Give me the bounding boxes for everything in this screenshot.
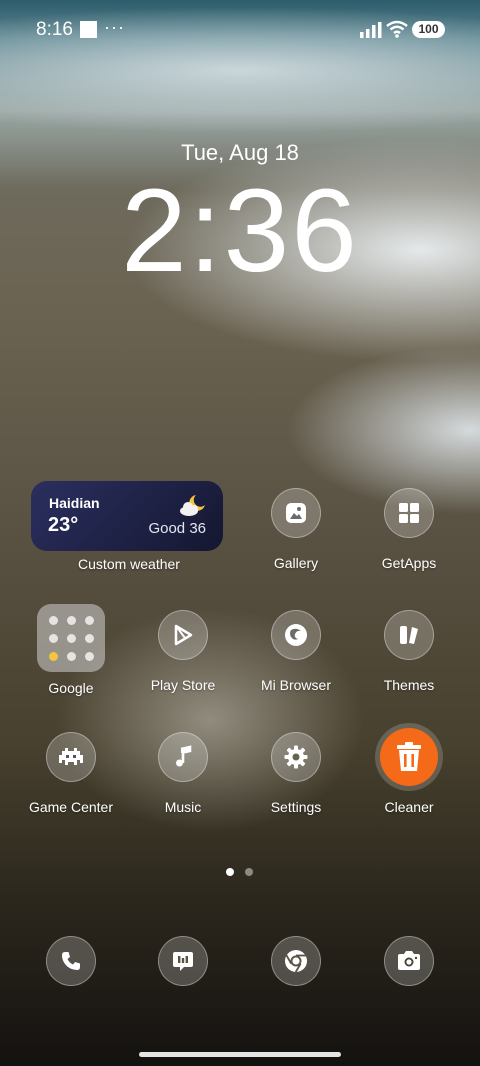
getapps-icon xyxy=(384,488,434,538)
app-gallery[interactable]: Gallery xyxy=(246,488,346,571)
camera-icon xyxy=(384,936,434,986)
app-music[interactable]: Music xyxy=(133,732,233,815)
lockscreen-date: Tue, Aug 18 xyxy=(181,140,299,165)
page-dot[interactable] xyxy=(245,868,253,876)
message-icon xyxy=(158,936,208,986)
page-indicator xyxy=(226,863,264,881)
status-time: 8:16 xyxy=(36,19,73,40)
app-label-mi-browser: Mi Browser xyxy=(260,677,331,693)
app-label-game-center: Game Center xyxy=(28,799,114,815)
more-notifications-icon: ··· xyxy=(104,17,125,37)
app-cleaner[interactable]: Cleaner xyxy=(359,728,459,815)
notification-square-icon xyxy=(80,21,97,38)
chrome-icon xyxy=(271,936,321,986)
weather-widget-label: Custom weather xyxy=(78,556,180,572)
play-store-icon xyxy=(158,610,208,660)
game-center-icon xyxy=(46,732,96,782)
gesture-navigation-handle[interactable] xyxy=(139,1052,341,1057)
status-bar: 8:16 ··· 100 xyxy=(0,0,480,60)
weather-city: Haidian xyxy=(49,495,100,511)
app-label-music: Music xyxy=(164,799,202,815)
app-game-center[interactable]: Game Center xyxy=(21,732,121,815)
weather-air-quality: Good 36 xyxy=(148,520,206,537)
app-play-store[interactable]: Play Store xyxy=(133,610,233,693)
app-getapps[interactable]: GetApps xyxy=(359,488,459,571)
partly-cloudy-night-icon xyxy=(180,495,205,516)
app-label-settings: Settings xyxy=(270,799,322,815)
app-label-themes: Themes xyxy=(383,677,435,693)
wifi-icon xyxy=(386,20,408,38)
dock-chrome[interactable] xyxy=(246,936,346,986)
app-label-cleaner: Cleaner xyxy=(384,799,434,815)
app-label-play-store: Play Store xyxy=(150,677,216,693)
gear-icon xyxy=(271,732,321,782)
trash-icon xyxy=(380,728,438,786)
app-label-getapps: GetApps xyxy=(381,555,437,571)
signal-icon xyxy=(360,22,382,38)
weather-temperature: 23° xyxy=(48,514,79,536)
page-dot-active[interactable] xyxy=(226,868,234,876)
dock-messages[interactable] xyxy=(133,936,233,986)
phone-icon xyxy=(46,936,96,986)
themes-icon xyxy=(384,610,434,660)
dock-camera[interactable] xyxy=(359,936,459,986)
app-settings[interactable]: Settings xyxy=(246,732,346,815)
app-mi-browser[interactable]: Mi Browser xyxy=(246,610,346,693)
app-themes[interactable]: Themes xyxy=(359,610,459,693)
weather-widget[interactable]: Haidian 23° Good 36 xyxy=(31,481,223,551)
app-label-google: Google xyxy=(48,680,94,696)
lockscreen-clock: 2:36 xyxy=(121,165,359,297)
dock-phone[interactable] xyxy=(21,936,121,986)
google-folder-icon xyxy=(37,604,105,672)
battery-indicator: 100 xyxy=(412,21,445,38)
gallery-icon xyxy=(271,488,321,538)
mi-browser-icon xyxy=(271,610,321,660)
music-note-icon xyxy=(158,732,208,782)
app-label-gallery: Gallery xyxy=(273,555,319,571)
folder-google[interactable]: Google xyxy=(21,604,121,696)
